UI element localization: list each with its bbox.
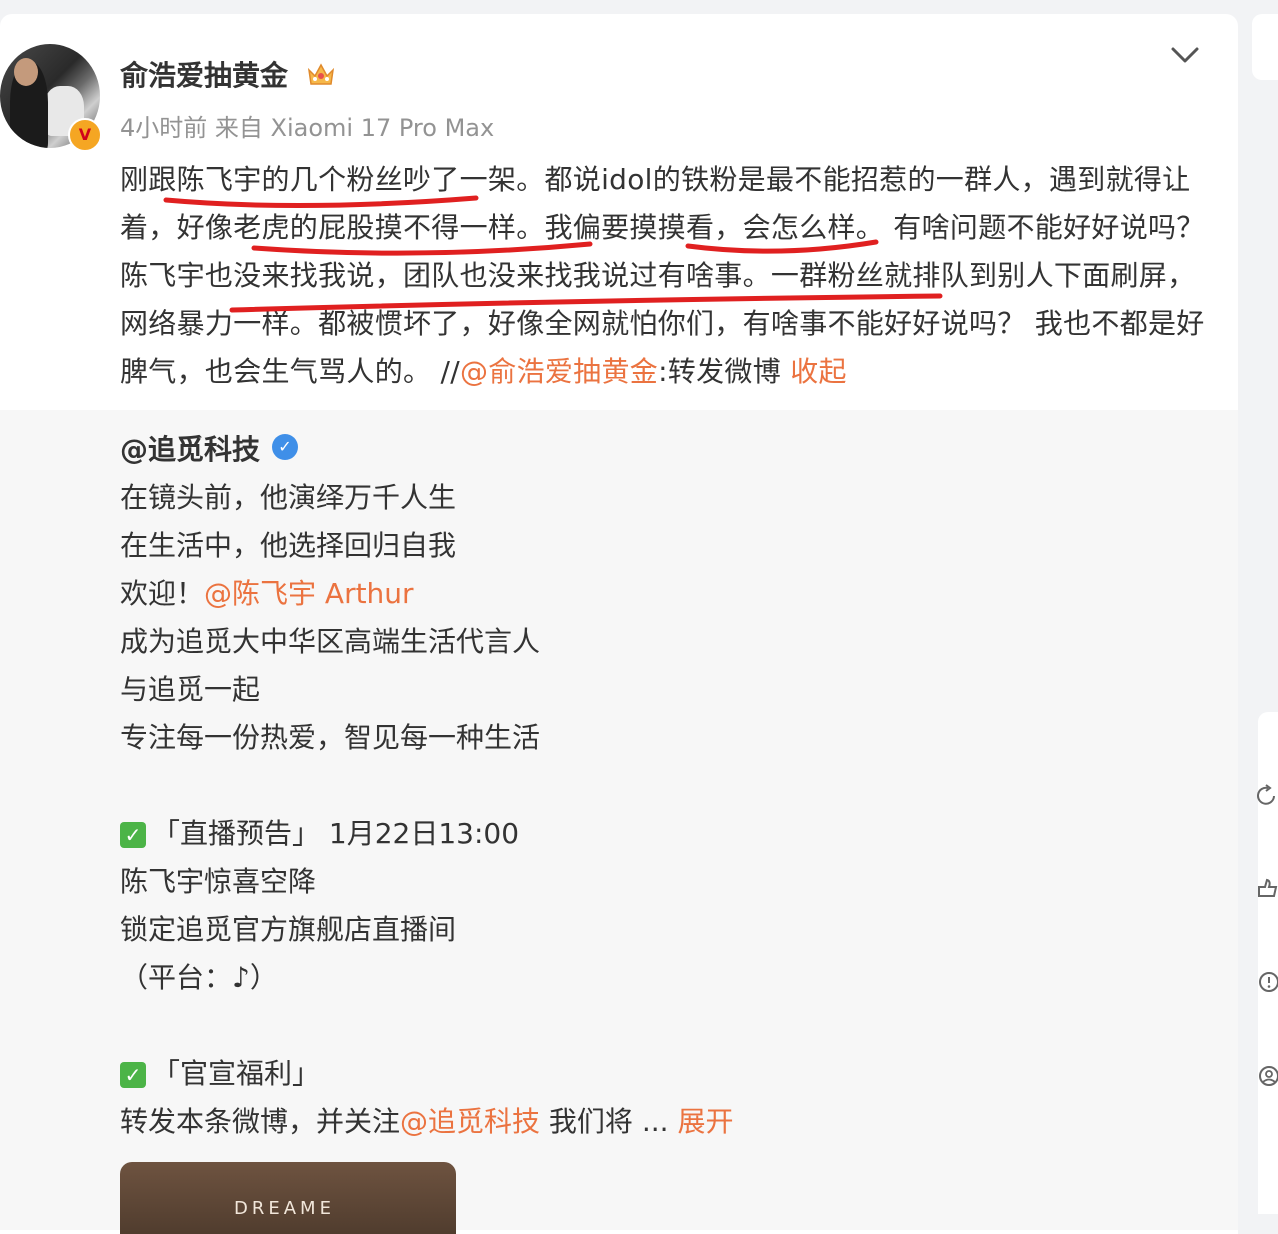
crown-icon — [307, 63, 335, 85]
repost-line: 锁定追觅官方旗舰店直播间 — [120, 913, 457, 946]
repost-text: 「直播预告」 1月22日13:00 — [152, 817, 520, 850]
repost-line: 转发本条微博，并关注@追觅科技 我们将 ... 展开 — [120, 1100, 733, 1140]
reposted-content: @追觅科技 ✓ 在镜头前，他演绎万千人生 在生活中，他选择回归自我 欢迎！@陈飞… — [0, 410, 1238, 1234]
thumbnail-brand-text: DREAME — [234, 1198, 335, 1219]
repost-line: （平台：♪） — [120, 961, 278, 994]
report-icon[interactable] — [1256, 970, 1278, 994]
expand-link[interactable]: 展开 — [677, 1105, 733, 1138]
repost-line: 在生活中，他选择回归自我 — [120, 529, 457, 562]
welfare-title: ✓ 「官宣福利」 — [120, 1052, 320, 1092]
repost-line: 陈飞宇惊喜空降 — [120, 865, 317, 898]
verified-orange-badge-icon: V — [68, 118, 102, 152]
like-icon[interactable] — [1256, 876, 1278, 900]
weibo-post-card: V 俞浩爱抽黄金 4小时前 来自 Xiaomi 17 Pro Max 刚跟陈飞宇… — [0, 14, 1238, 1234]
post-body: 刚跟陈飞宇的几个粉丝吵了一架。都说idol的铁粉是最不能招惹的一群人，遇到就得让… — [120, 156, 1210, 396]
post-text-tail: :转发微博 — [658, 355, 791, 388]
mention-link[interactable]: @俞浩爱抽黄金 — [460, 355, 658, 388]
verified-blue-badge-icon: ✓ — [272, 434, 298, 460]
repost-text: 欢迎！ — [120, 577, 205, 610]
refresh-icon[interactable] — [1256, 784, 1278, 808]
chevron-down-icon[interactable] — [1168, 40, 1202, 70]
repost-line: 专注每一份热爱，智见每一种生活 — [120, 721, 541, 754]
mention-link[interactable]: @追觅科技 — [400, 1105, 540, 1138]
profile-icon[interactable] — [1256, 1064, 1278, 1088]
post-meta: 4小时前 来自 Xiaomi 17 Pro Max — [120, 114, 495, 142]
media-thumbnail[interactable]: DREAME — [120, 1162, 456, 1234]
live-preview-title: ✓ 「直播预告」 1月22日13:00 — [120, 812, 519, 852]
collapse-link[interactable]: 收起 — [790, 355, 847, 388]
checkmark-icon: ✓ — [120, 1062, 146, 1088]
repost-line: 与追觅一起 — [120, 673, 261, 706]
repost-line: 成为追觅大中华区高端生活代言人 — [120, 625, 541, 658]
repost-author[interactable]: @追觅科技 — [120, 428, 260, 468]
mention-link[interactable]: @陈飞宇 Arthur — [204, 577, 414, 610]
repost-text: 我们将 ... — [540, 1105, 678, 1138]
avatar-face — [14, 58, 38, 86]
repost-text: 「官宣福利」 — [152, 1057, 321, 1090]
sidebar-top-panel — [1252, 14, 1278, 80]
post-username[interactable]: 俞浩爱抽黄金 — [120, 54, 288, 94]
repost-line: 欢迎！@陈飞宇 Arthur — [120, 572, 414, 612]
repost-text: 转发本条微博，并关注 — [120, 1105, 401, 1138]
repost-line: 在镜头前，他演绎万千人生 — [120, 481, 457, 514]
checkmark-icon: ✓ — [120, 822, 146, 848]
